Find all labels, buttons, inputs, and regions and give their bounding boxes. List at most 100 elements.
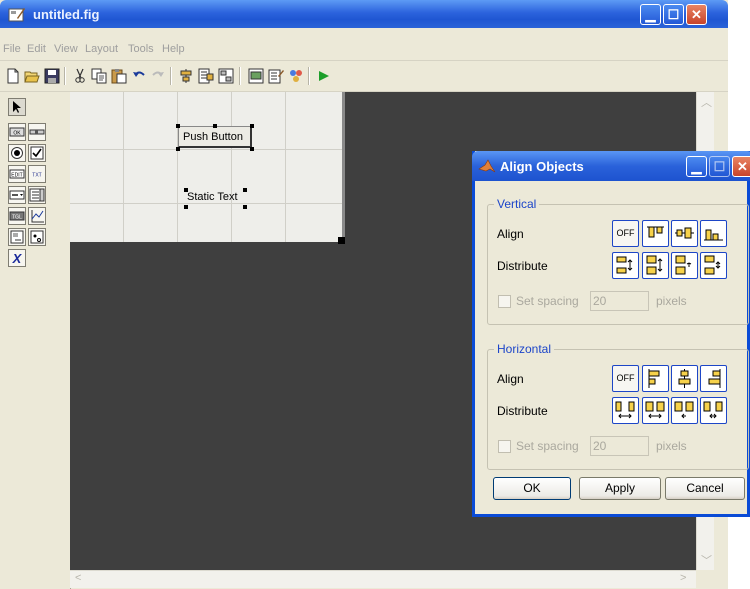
copy-icon[interactable] bbox=[91, 68, 107, 84]
menu-tools[interactable]: Tools bbox=[128, 43, 154, 55]
static-text-tool[interactable]: TXT bbox=[28, 165, 46, 183]
menu-editor-icon[interactable] bbox=[198, 68, 214, 84]
selection-handle[interactable] bbox=[184, 205, 188, 209]
minimize-button[interactable]: ▁ bbox=[640, 4, 661, 25]
canvas-resize-handle[interactable] bbox=[338, 237, 345, 244]
open-folder-icon[interactable] bbox=[24, 68, 40, 84]
select-tool-button[interactable] bbox=[8, 98, 26, 116]
push-button-component[interactable]: Push Button bbox=[178, 126, 252, 148]
close-button[interactable]: ✕ bbox=[686, 4, 707, 25]
menu-file[interactable]: File bbox=[3, 43, 21, 55]
listbox-tool[interactable] bbox=[28, 186, 46, 204]
distribute-horizontal-3-button[interactable] bbox=[671, 397, 698, 424]
distribute-horizontal-4-button[interactable] bbox=[700, 397, 727, 424]
align-center-button[interactable] bbox=[671, 365, 698, 392]
selection-handle[interactable] bbox=[176, 147, 180, 151]
scroll-up-icon[interactable]: ︿ bbox=[701, 94, 712, 110]
figure-canvas[interactable]: Push Button Static Text bbox=[70, 92, 342, 242]
axes-icon bbox=[31, 210, 44, 223]
close-icon: ✕ bbox=[691, 7, 702, 22]
dialog-maximize-button[interactable]: ☐ bbox=[709, 156, 730, 177]
edit-text-tool[interactable]: EDIT bbox=[8, 165, 26, 183]
checkbox-tool[interactable] bbox=[28, 144, 46, 162]
redo-icon[interactable] bbox=[150, 68, 166, 84]
menu-layout[interactable]: Layout bbox=[85, 43, 118, 55]
slider-tool[interactable] bbox=[28, 123, 46, 141]
tab-order-editor-icon[interactable] bbox=[218, 68, 234, 84]
popup-menu-tool[interactable] bbox=[8, 186, 26, 204]
scroll-left-icon[interactable]: < bbox=[75, 572, 81, 584]
maximize-icon: ☐ bbox=[667, 7, 680, 22]
selection-handle[interactable] bbox=[213, 124, 217, 128]
button-group-tool[interactable] bbox=[28, 228, 46, 246]
vertical-align-off-button[interactable]: OFF bbox=[612, 220, 639, 247]
cancel-button[interactable]: Cancel bbox=[665, 477, 745, 500]
distribute-horizontal-1-button[interactable] bbox=[612, 397, 639, 424]
vertical-off-label: OFF bbox=[616, 228, 635, 238]
apply-button[interactable]: Apply bbox=[579, 477, 661, 500]
menu-edit[interactable]: Edit bbox=[27, 43, 46, 55]
dialog-title-bar[interactable]: Align Objects ▁ ☐ ✕ bbox=[472, 151, 750, 181]
mfile-editor-icon[interactable] bbox=[248, 68, 264, 84]
panel-tool[interactable] bbox=[8, 228, 26, 246]
grid-line bbox=[123, 92, 124, 242]
selection-handle[interactable] bbox=[250, 124, 254, 128]
panel-icon bbox=[10, 230, 24, 244]
vertical-set-spacing-label: Set spacing bbox=[516, 294, 579, 308]
push-button-tool[interactable]: OK bbox=[8, 123, 26, 141]
close-icon: ✕ bbox=[737, 159, 748, 174]
selection-handle[interactable] bbox=[243, 188, 247, 192]
align-bottom-button[interactable] bbox=[700, 220, 727, 247]
vertical-spacing-input[interactable]: 20 bbox=[590, 291, 649, 311]
selection-handle[interactable] bbox=[243, 205, 247, 209]
popup-menu-icon bbox=[9, 190, 25, 200]
align-objects-dialog: Align Objects ▁ ☐ ✕ Vertical Align Distr… bbox=[472, 151, 750, 517]
align-middle-button[interactable] bbox=[671, 220, 698, 247]
selection-handle[interactable] bbox=[176, 124, 180, 128]
undo-icon[interactable] bbox=[131, 68, 147, 84]
distribute-vertical-1-button[interactable] bbox=[612, 252, 639, 279]
object-browser-icon[interactable] bbox=[288, 68, 304, 84]
axes-tool[interactable] bbox=[28, 207, 46, 225]
horizontal-align-off-button[interactable]: OFF bbox=[612, 365, 639, 392]
horizontal-spacing-input[interactable]: 20 bbox=[590, 436, 649, 456]
align-left-button[interactable] bbox=[642, 365, 669, 392]
align-top-button[interactable] bbox=[642, 220, 669, 247]
distribute-horizontal-2-button[interactable] bbox=[642, 397, 669, 424]
vertical-set-spacing-checkbox[interactable] bbox=[498, 295, 511, 308]
title-bar[interactable]: untitled.fig ▁ ☐ ✕ bbox=[0, 0, 728, 28]
window-title: untitled.fig bbox=[33, 7, 100, 22]
static-text-component[interactable]: Static Text bbox=[186, 190, 245, 206]
scroll-right-icon[interactable]: > bbox=[680, 572, 686, 584]
new-file-icon[interactable] bbox=[5, 68, 21, 84]
activex-control-tool[interactable]: X bbox=[8, 249, 26, 267]
radio-button-tool[interactable] bbox=[8, 144, 26, 162]
horizontal-scrollbar[interactable]: < > bbox=[70, 570, 696, 588]
scroll-down-icon[interactable]: ﹀ bbox=[701, 552, 712, 568]
align-right-button[interactable] bbox=[700, 365, 727, 392]
distribute-vertical-4-button[interactable] bbox=[700, 252, 727, 279]
paste-icon[interactable] bbox=[111, 68, 127, 84]
dialog-close-button[interactable]: ✕ bbox=[732, 156, 750, 177]
property-inspector-icon[interactable] bbox=[268, 68, 284, 84]
arrow-cursor-icon bbox=[13, 101, 21, 113]
selection-handle[interactable] bbox=[250, 147, 254, 151]
menu-help[interactable]: Help bbox=[162, 43, 185, 55]
minimize-icon: ▁ bbox=[645, 7, 656, 22]
distribute-vertical-3-button[interactable] bbox=[671, 252, 698, 279]
distribute-vertical-2-button[interactable] bbox=[642, 252, 669, 279]
distribute-horizontal-icon bbox=[703, 401, 723, 419]
maximize-button[interactable]: ☐ bbox=[663, 4, 684, 25]
horizontal-set-spacing-checkbox[interactable] bbox=[498, 440, 511, 453]
run-icon[interactable] bbox=[316, 68, 332, 84]
ok-button[interactable]: OK bbox=[493, 477, 571, 500]
align-objects-icon[interactable] bbox=[178, 68, 194, 84]
toggle-button-tool[interactable]: TGL bbox=[8, 207, 26, 225]
activex-icon: X bbox=[12, 251, 23, 266]
dialog-minimize-button[interactable]: ▁ bbox=[686, 156, 707, 177]
selection-handle[interactable] bbox=[184, 188, 188, 192]
menu-view[interactable]: View bbox=[54, 43, 78, 55]
save-icon[interactable] bbox=[44, 68, 60, 84]
cut-icon[interactable] bbox=[72, 68, 88, 84]
menu-bar: File Edit View Layout Tools Help bbox=[0, 40, 728, 60]
